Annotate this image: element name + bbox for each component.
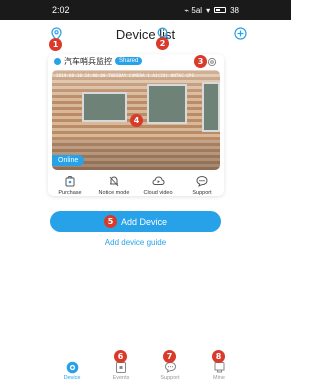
tab-mine[interactable]: 8 Mine [199, 350, 239, 391]
battery-icon [214, 7, 227, 13]
status-bar: 2:02 ⌁ 5al ▾ 38 [0, 0, 291, 20]
device-icon [65, 360, 79, 374]
shared-badge: Shared [115, 57, 143, 65]
preview-window [82, 92, 127, 122]
online-status: Online [52, 155, 85, 166]
badge-2: 2 [156, 37, 169, 50]
badge-5: 5 [103, 215, 117, 228]
camera-osd: 2019-08-18 14:00:00 TUESDAY CAMERA 1 A1(… [56, 73, 195, 78]
tab-bar: Device 6 Events 7 Support 8 Mine [44, 350, 247, 391]
signal-icon: ⌁ 5al [184, 5, 203, 15]
purchase-label: Purchase [58, 190, 82, 196]
badge-3: 3 [194, 55, 207, 68]
device-status-dot [54, 57, 61, 65]
add-device-guide-link[interactable]: Add device guide [50, 238, 221, 247]
chat-icon [195, 174, 209, 188]
tab-mine-label: Mine [213, 375, 225, 381]
wifi-icon: ▾ [206, 5, 211, 15]
cloud-video-button[interactable]: Cloud video [138, 174, 178, 196]
settings-icon[interactable] [206, 56, 218, 68]
tab-device-label: Device [63, 375, 81, 381]
notice-icon [107, 174, 121, 188]
add-icon[interactable] [233, 26, 247, 40]
device-actions: Purchase Notice mode Cloud video Support [48, 174, 224, 196]
header: Device list [44, 20, 247, 48]
tab-events[interactable]: 6 Events [101, 350, 141, 391]
purchase-icon [63, 174, 77, 188]
support-label: Support [192, 190, 212, 196]
badge-8: 8 [212, 350, 225, 363]
cloud-icon [151, 174, 165, 188]
badge-4: 4 [130, 114, 143, 127]
tab-support-label: Support [160, 375, 180, 381]
badge-7: 7 [163, 350, 176, 363]
status-icons: ⌁ 5al ▾ 38 [184, 6, 239, 15]
status-time: 2:02 [52, 5, 70, 15]
battery-level: 38 [230, 5, 239, 15]
badge-1: 1 [49, 38, 62, 51]
badge-6: 6 [114, 350, 127, 363]
preview-window [202, 82, 220, 132]
purchase-button[interactable]: Purchase [50, 174, 90, 196]
cloud-video-label: Cloud video [143, 190, 173, 196]
notice-mode-button[interactable]: Notice mode [94, 174, 134, 196]
preview-window [147, 84, 187, 124]
tab-device[interactable]: Device [52, 360, 92, 391]
tab-support[interactable]: 7 Support [150, 350, 190, 391]
support-button[interactable]: Support [182, 174, 222, 196]
tab-events-label: Events [112, 375, 130, 381]
add-device-label: Add Device [120, 216, 168, 227]
notice-mode-label: Notice mode [98, 190, 130, 196]
device-name: 汽车哨兵监控 [64, 56, 112, 66]
add-device-button[interactable]: 5 Add Device [50, 211, 221, 232]
